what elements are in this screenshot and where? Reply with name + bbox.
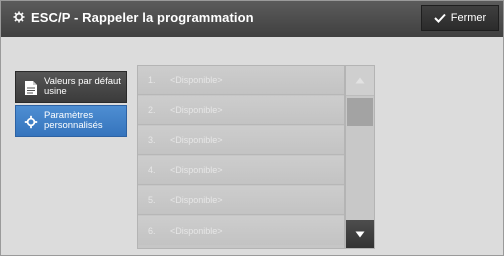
scroll-up-button[interactable] <box>346 66 374 96</box>
list-item-number: 6. <box>148 225 156 236</box>
list-item[interactable]: 5. <Disponible> <box>138 186 344 215</box>
list-item[interactable]: 4. <Disponible> <box>138 156 344 185</box>
document-icon <box>25 81 37 95</box>
list-item-number: 5. <box>148 195 156 205</box>
sidebar-item-factory-defaults[interactable]: Valeurs par défaut usine <box>15 71 127 103</box>
list-item-number: 4. <box>148 165 156 175</box>
gear-icon <box>13 11 25 23</box>
sidebar-item-custom-settings[interactable]: Paramètres personnalisés <box>15 105 127 137</box>
list-item-label: <Disponible> <box>170 75 223 85</box>
list-item-number: 2. <box>148 105 156 115</box>
page-title: ESC/P - Rappeler la programmation <box>13 10 254 25</box>
close-button-label: Fermer <box>450 12 487 24</box>
list-item-number: 3. <box>148 135 156 145</box>
triangle-down-icon <box>355 231 365 237</box>
triangle-up-icon <box>355 77 365 84</box>
list-item[interactable]: 3. <Disponible> <box>138 126 344 155</box>
programming-list: 1. <Disponible> 2. <Disponible> 3. <Disp… <box>137 65 345 249</box>
scrollbar[interactable] <box>345 65 375 249</box>
list-item-label: <Disponible> <box>170 225 223 236</box>
sidebar-item-label: Paramètres personnalisés <box>44 110 103 131</box>
close-button[interactable]: Fermer <box>421 5 499 31</box>
gear-icon <box>24 115 38 129</box>
checkmark-icon <box>434 13 446 23</box>
list-item[interactable]: 6. <Disponible> <box>138 216 344 245</box>
list-item-label: <Disponible> <box>170 165 223 175</box>
sidebar-item-label: Valeurs par défaut usine <box>44 76 121 97</box>
list-item[interactable]: 2. <Disponible> <box>138 96 344 125</box>
list-item-number: 1. <box>148 75 156 85</box>
list-item[interactable]: 1. <Disponible> <box>138 66 344 95</box>
title-text: ESC/P - Rappeler la programmation <box>31 10 254 25</box>
scroll-down-button[interactable] <box>346 220 374 248</box>
list-item-label: <Disponible> <box>170 195 223 205</box>
list-item-label: <Disponible> <box>170 135 223 145</box>
content-area: Valeurs par défaut usine Paramètres pers… <box>1 37 503 255</box>
title-bar: ESC/P - Rappeler la programmation Fermer <box>1 1 503 37</box>
dialog-window: ESC/P - Rappeler la programmation Fermer… <box>0 0 504 256</box>
list-item-label: <Disponible> <box>170 105 223 115</box>
scroll-thumb[interactable] <box>347 98 373 126</box>
